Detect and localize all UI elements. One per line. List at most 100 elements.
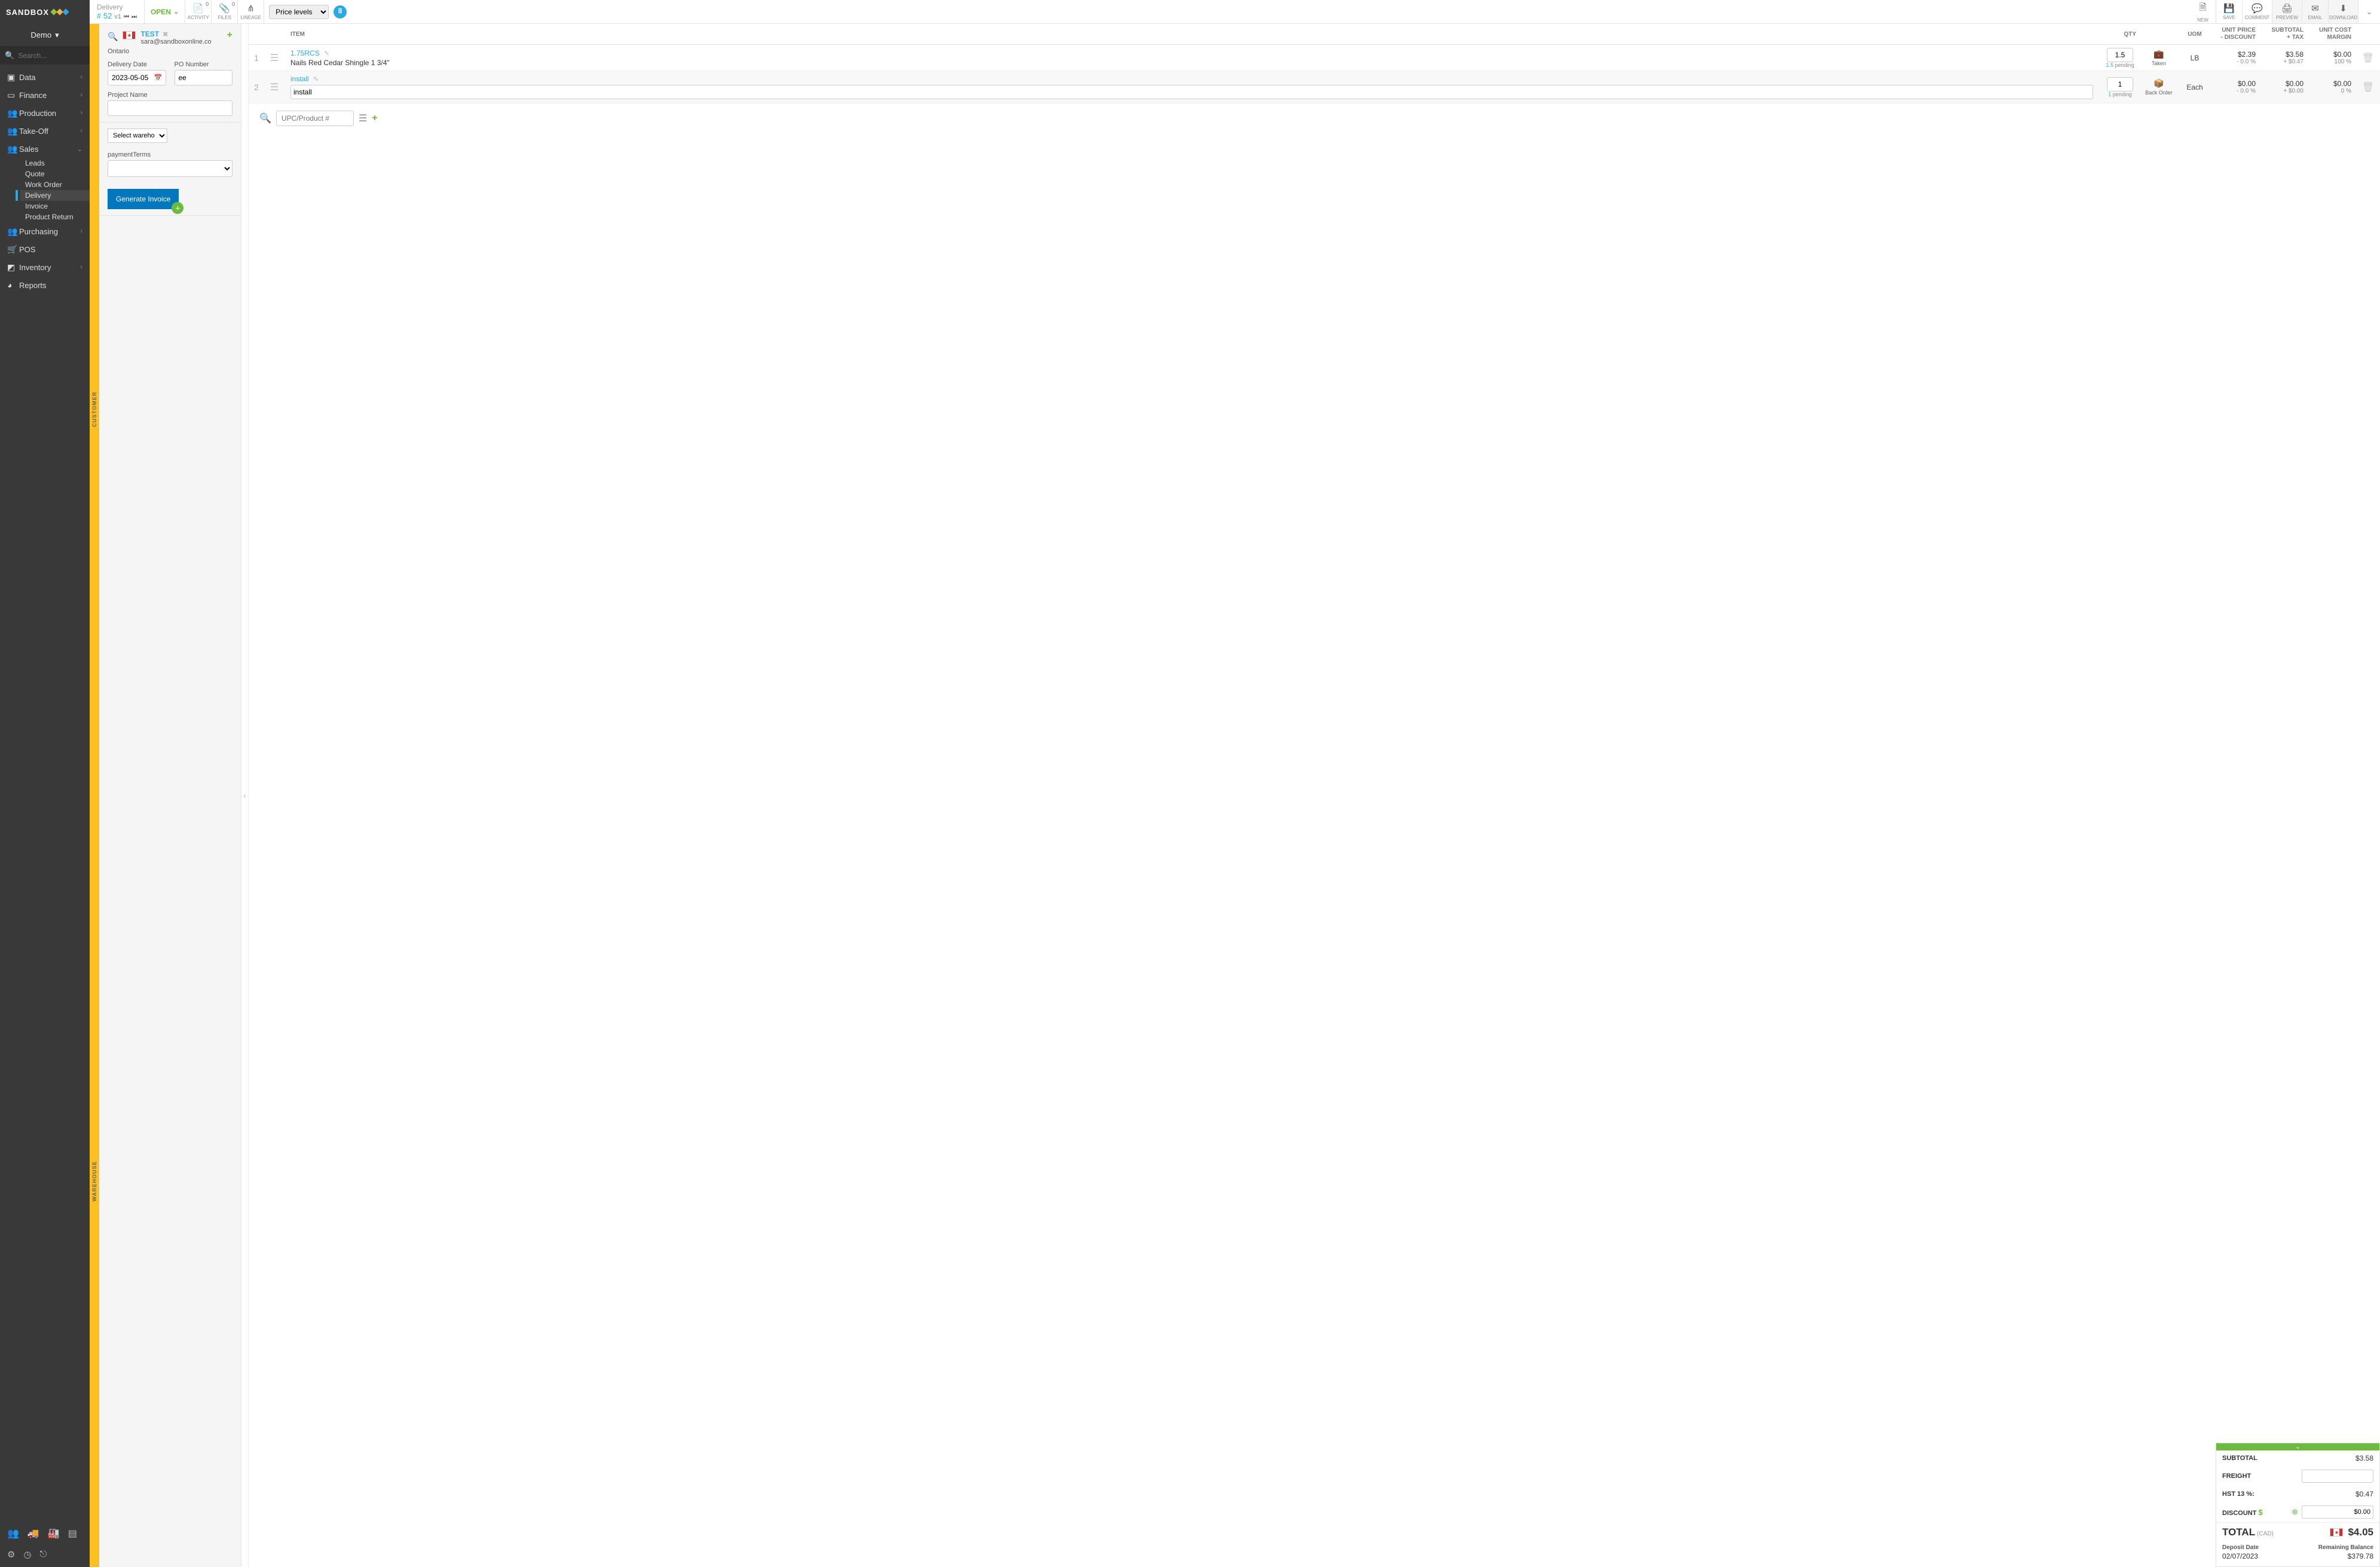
comment-button[interactable]: 💬COMMENT [2243, 0, 2272, 23]
activity-button[interactable]: 0📄ACTIVITY [185, 0, 212, 23]
search-icon[interactable]: 🔍 [259, 112, 271, 124]
tenant-name: Demo [30, 30, 51, 39]
files-button[interactable]: 0📎FILES [212, 0, 238, 23]
nav-invoice[interactable]: Invoice [20, 201, 90, 212]
warehouse-select[interactable]: Select warehouse [108, 128, 167, 143]
drag-handle-icon[interactable]: ☰ [264, 81, 285, 93]
trash-icon[interactable]: 🗑 [2362, 82, 2374, 93]
nav-return[interactable]: Product Return [20, 212, 90, 222]
drag-handle-icon[interactable]: ☰ [264, 52, 285, 64]
subtotal-value: $3.58 [2355, 1454, 2373, 1462]
row-number: 2 [249, 82, 264, 92]
search-icon: 🔍 [5, 51, 14, 60]
customer-email: sara@sandboxonline.co [140, 38, 233, 45]
nav-delivery[interactable]: Delivery [20, 190, 90, 201]
totals-collapse-handle[interactable]: ⌄ [2216, 1443, 2379, 1450]
nav-sales[interactable]: 👥Sales⌄ [0, 140, 90, 158]
item-code[interactable]: 1.75RCS [290, 49, 320, 57]
generate-invoice-button[interactable]: Generate Invoice + [108, 189, 179, 209]
discount-input[interactable] [2302, 1505, 2373, 1519]
currency-label: (CAD) [2257, 1531, 2274, 1537]
payment-terms-select[interactable] [108, 160, 233, 177]
edit-icon[interactable]: ✎ [313, 76, 319, 83]
chevron-down-icon: ▾ [55, 30, 59, 40]
nav-leads[interactable]: Leads [20, 158, 90, 169]
trash-icon[interactable]: 🗑 [2362, 53, 2374, 63]
vtab-customer[interactable]: CUSTOMER [90, 24, 99, 795]
discount-pct: - 0.0 % [2213, 88, 2256, 94]
next-doc-icon[interactable]: ⏭ [131, 14, 137, 20]
lineage-button[interactable]: ⋔LINEAGE [238, 0, 264, 23]
status-dropdown[interactable]: OPEN⌄ [145, 0, 185, 23]
truck-icon[interactable]: 🚚 [27, 1528, 39, 1540]
pending-qty[interactable]: 1.5 [2106, 62, 2113, 68]
vtab-warehouse[interactable]: WAREHOUSE [90, 795, 99, 1567]
price-level-select[interactable]: Price levels [269, 5, 329, 19]
factory-icon[interactable]: 🏭 [48, 1528, 60, 1540]
save-button[interactable]: 💾SAVE [2216, 0, 2243, 23]
nav-production[interactable]: 👥Production› [0, 104, 90, 122]
project-input[interactable] [108, 100, 233, 116]
qty-input[interactable] [2107, 77, 2133, 91]
dashboard-icon: ◩ [7, 262, 19, 273]
doc-number: # 52 [97, 11, 112, 20]
item-code[interactable]: install [290, 75, 309, 83]
upc-input[interactable] [276, 111, 354, 126]
team-icon[interactable]: 👥 [7, 1528, 19, 1540]
totals-panel: ⌄ SUBTOTAL$3.58 FREIGHT HST 13 %:$0.47 D… [2216, 1443, 2380, 1567]
chevron-right-icon: › [80, 228, 82, 235]
nav-workorder[interactable]: Work Order [20, 179, 90, 190]
add-line-button[interactable]: + [372, 113, 377, 124]
nav-quote[interactable]: Quote [20, 169, 90, 179]
balance-value: $379.78 [2298, 1552, 2374, 1560]
edit-icon[interactable]: ✎ [324, 50, 329, 57]
add-customer-button[interactable]: + [227, 30, 233, 41]
clear-customer-icon[interactable]: ✖ [163, 31, 168, 38]
logout-icon[interactable]: ⎋ [40, 1549, 47, 1560]
more-button[interactable]: ⌄ [2358, 0, 2380, 23]
clock-icon[interactable]: ◷ [23, 1549, 31, 1560]
unit-price: $0.00 [2213, 79, 2256, 88]
chevron-right-icon: › [80, 74, 82, 81]
qty-input[interactable] [2107, 48, 2133, 62]
customer-search-icon[interactable]: 🔍 [108, 32, 118, 42]
doc-title: Delivery # 52v1⏮⏭ [90, 0, 145, 23]
po-label: PO Number [175, 61, 233, 68]
menu-icon[interactable]: ☰ [359, 112, 367, 124]
download-button[interactable]: ⬇DOWNLOAD [2329, 0, 2358, 23]
calculator-button[interactable]: 🖩 [334, 5, 347, 19]
prev-doc-icon[interactable]: ⏮ [124, 14, 129, 20]
archive-icon[interactable]: ▤ [68, 1528, 77, 1540]
customer-name[interactable]: TEST [140, 30, 159, 38]
tree-icon: ⋔ [247, 3, 255, 14]
piechart-icon: ◕ [7, 280, 19, 290]
users-icon: 👥 [7, 126, 19, 136]
tenant-selector[interactable]: Demo ▾ [0, 24, 90, 47]
nav-reports[interactable]: ◕Reports [0, 276, 90, 294]
new-button[interactable]: 🗎NEW [2190, 0, 2216, 23]
nav-data[interactable]: ▣Data› [0, 68, 90, 86]
nav-pos[interactable]: 🛒POS [0, 240, 90, 258]
tax-label: HST 13 %: [2222, 1491, 2355, 1498]
status-cell[interactable]: 📦Back Order [2141, 78, 2177, 96]
add-discount-icon[interactable]: ⊕ [2292, 1507, 2298, 1517]
new-file-icon: 🗎 [2199, 1, 2206, 16]
calendar-icon[interactable]: 📅 [154, 74, 163, 82]
users-icon: 👥 [7, 227, 19, 237]
nav-purchasing[interactable]: 👥Purchasing› [0, 222, 90, 240]
po-input[interactable] [175, 70, 233, 85]
line-item-row: 2☰install ✎1 pending📦Back OrderEach$0.00… [249, 71, 2380, 103]
collapse-panel-handle[interactable]: ‹ [241, 24, 249, 1567]
status-cell[interactable]: 💼Taken [2141, 49, 2177, 66]
preview-button[interactable]: 🖨PREVIEW [2272, 0, 2302, 23]
dollar-icon[interactable]: $ [2258, 1508, 2262, 1517]
gear-icon[interactable]: ⚙ [7, 1549, 15, 1560]
save-icon: 💾 [2223, 3, 2235, 14]
item-desc-input[interactable] [290, 85, 2093, 99]
nav-inventory[interactable]: ◩Inventory› [0, 258, 90, 276]
sidebar-search[interactable]: 🔍 [0, 47, 90, 65]
nav-finance[interactable]: ▭Finance› [0, 86, 90, 104]
nav-takeoff[interactable]: 👥Take-Off› [0, 122, 90, 140]
email-button[interactable]: ✉EMAIL [2302, 0, 2329, 23]
freight-input[interactable] [2302, 1470, 2373, 1483]
